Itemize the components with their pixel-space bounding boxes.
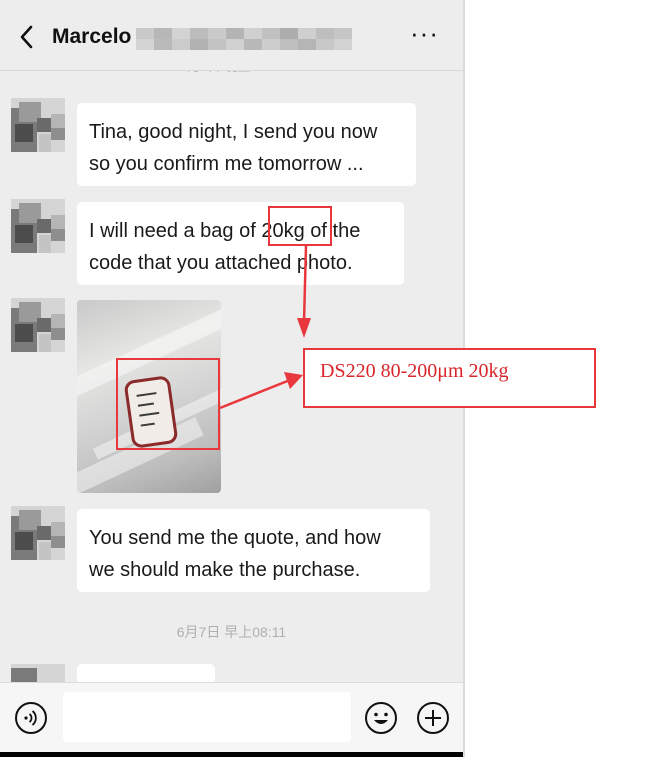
chat-header: Marcelo ··· [0, 0, 463, 71]
more-options-icon[interactable]: ··· [410, 18, 439, 49]
message-line: I will need a bag of 20kg of the [89, 215, 392, 247]
avatar[interactable] [11, 664, 65, 684]
back-chevron-icon[interactable] [14, 22, 40, 52]
message-text: I will need a bag of [89, 220, 262, 242]
avatar[interactable] [11, 199, 65, 253]
avatar[interactable] [11, 98, 65, 152]
system-nav-bar [0, 752, 463, 757]
message-line: we should make the purchase. [89, 559, 361, 581]
message-line: Tina, good night, I send you now [89, 121, 378, 143]
message-line: You send me the quote, and how [89, 527, 381, 549]
message-bubble-partial[interactable] [77, 664, 215, 684]
redacted-name-blur [136, 28, 352, 50]
voice-icon[interactable] [14, 701, 48, 735]
input-bar [0, 682, 463, 753]
contact-name[interactable]: Marcelo [52, 25, 131, 49]
message-line: code that you attached photo. [89, 252, 353, 274]
avatar[interactable] [11, 506, 65, 560]
annotation-callout: DS220 80-200μm 20kg [303, 348, 596, 408]
avatar[interactable] [11, 298, 65, 352]
message-line: so you confirm me tomorrow ... [89, 153, 364, 175]
message-bubble[interactable]: You send me the quote, and how we should… [77, 509, 430, 592]
add-icon[interactable] [416, 701, 450, 735]
message-bubble[interactable]: Tina, good night, I send you now so you … [77, 103, 416, 186]
highlight-box-weight [268, 206, 332, 246]
emoji-icon[interactable] [364, 701, 398, 735]
message-bubble[interactable]: I will need a bag of 20kg of the code th… [77, 202, 404, 285]
timestamp: 6月7日 早上08:11 [176, 624, 287, 640]
highlight-box-label [116, 358, 220, 450]
message-input[interactable] [63, 692, 351, 742]
